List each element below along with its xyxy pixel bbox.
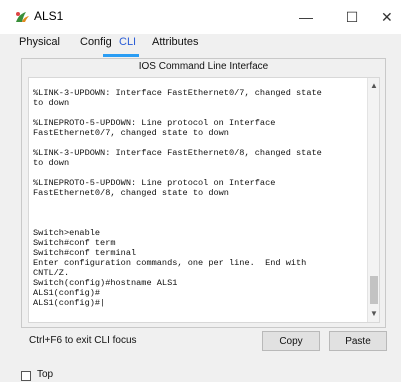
- panel-header: IOS Command Line Interface: [138, 61, 269, 72]
- title-bar: ALS1 — ☐ ✕: [0, 0, 401, 34]
- cli-window: ALS1 — ☐ ✕ Physical Config CLI Attribute…: [0, 0, 401, 382]
- active-tab-indicator: [103, 54, 139, 57]
- close-button[interactable]: ✕: [375, 0, 401, 34]
- window-title: ALS1: [34, 9, 64, 23]
- packet-tracer-icon: [14, 10, 30, 24]
- maximize-icon: ☐: [345, 8, 359, 25]
- chevron-down-icon[interactable]: ▼: [368, 308, 379, 320]
- top-checkbox-label: Top: [37, 369, 54, 380]
- cli-terminal[interactable]: %LINK-3-UPDOWN: Interface FastEthernet0/…: [28, 77, 380, 323]
- terminal-output: %LINK-3-UPDOWN: Interface FastEthernet0/…: [33, 88, 322, 308]
- minimize-button[interactable]: —: [283, 0, 329, 34]
- focus-hint: Ctrl+F6 to exit CLI focus: [29, 335, 137, 346]
- tab-cli[interactable]: CLI: [119, 36, 136, 48]
- paste-button[interactable]: Paste: [329, 331, 387, 351]
- close-icon: ✕: [381, 8, 393, 25]
- terminal-scrollbar[interactable]: ▲ ▼: [367, 78, 379, 322]
- chevron-up-icon[interactable]: ▲: [368, 80, 379, 92]
- tab-config[interactable]: Config: [80, 36, 112, 48]
- tab-physical[interactable]: Physical: [19, 36, 60, 48]
- cli-panel: IOS Command Line Interface %LINK-3-UPDOW…: [21, 58, 386, 328]
- top-checkbox[interactable]: [21, 371, 31, 381]
- minimize-icon: —: [299, 9, 313, 25]
- copy-button[interactable]: Copy: [262, 331, 320, 351]
- tab-attributes[interactable]: Attributes: [152, 36, 198, 48]
- scroll-thumb[interactable]: [370, 276, 378, 304]
- maximize-button[interactable]: ☐: [329, 0, 375, 34]
- bottom-bar: Top: [0, 357, 401, 382]
